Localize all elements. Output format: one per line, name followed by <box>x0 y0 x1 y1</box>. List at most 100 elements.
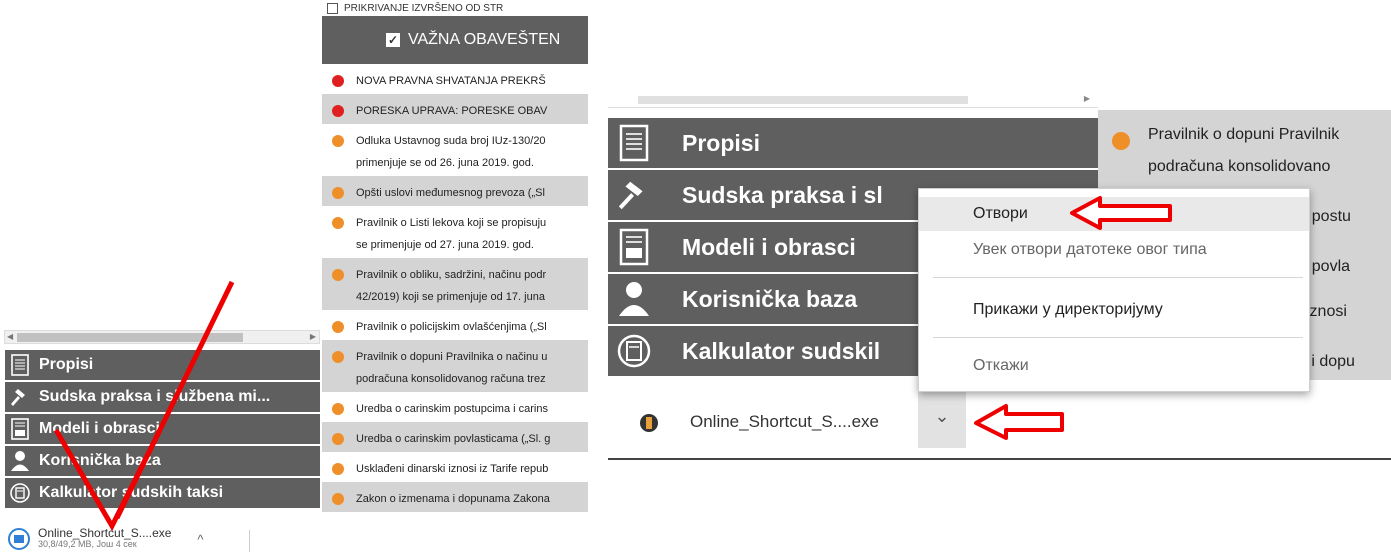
status-dot <box>332 493 344 505</box>
news-line: Pravilnik o obliku, sadržini, načinu pod… <box>356 269 547 281</box>
status-dot <box>332 433 344 445</box>
news-text: Uredba o carinskim povlasticama („Sl. g <box>356 428 550 450</box>
news-text[interactable]: i iznosi <box>1298 303 1391 321</box>
scroll-left-arrow-icon[interactable]: ◀ <box>7 332 13 341</box>
news-line: Opšti uslovi međumesnog prevoza („Sl <box>356 187 545 199</box>
news-text[interactable]: Pravilnik o dopuni Pravilnik <box>1148 126 1391 144</box>
news-panel: PRIKRIVANJE IZVRŠENO OD STR ✓ VAŽNA OBAV… <box>322 0 588 556</box>
header-label: VAŽNA OBAVEŠTEN <box>408 31 561 48</box>
news-text: Usklađeni dinarski iznosi iz Tarife repu… <box>356 458 548 480</box>
status-dot <box>332 217 344 229</box>
status-dot <box>332 105 344 117</box>
divider <box>249 530 250 552</box>
scrollbar-thumb[interactable] <box>638 96 968 104</box>
news-item[interactable]: Pravilnik o Listi lekova koji se propisu… <box>322 206 588 258</box>
menu-item-always-open[interactable]: Увек отвори датотеке овог типа <box>919 233 1309 267</box>
news-line: primenjuje se od 26. juna 2019. god. <box>356 157 534 169</box>
news-text: Pravilnik o Listi lekova koji se propisu… <box>356 212 546 256</box>
news-line: NOVA PRAVNA SHVATANJA PREKRŠ <box>356 75 546 87</box>
news-item[interactable]: PORESKA UPRAVA: PORESKE OBAV <box>322 94 588 124</box>
horizontal-scrollbar[interactable]: ◀ ▶ <box>4 330 320 344</box>
download-item[interactable]: Online_Shortcut_S....exe 30,8/49,2 MB, Ј… <box>4 522 324 556</box>
download-item[interactable]: Online_Shortcut_S....exe ⌄ <box>608 384 1391 460</box>
checkbox-checked[interactable]: ✓ <box>386 33 400 47</box>
status-dot <box>332 351 344 363</box>
scroll-right-arrow-icon[interactable]: ▶ <box>1084 94 1090 103</box>
status-dot <box>332 75 344 87</box>
menu-item-korisnicka-baza[interactable]: Korisnička baza <box>5 446 320 476</box>
news-item[interactable]: Opšti uslovi međumesnog prevoza („Sl <box>322 176 588 206</box>
document-icon <box>616 123 652 163</box>
calculator-icon <box>616 331 652 371</box>
news-item[interactable]: Pravilnik o policijskim ovlašćenjima („S… <box>322 310 588 340</box>
news-item[interactable]: Pravilnik o dopuni Pravilnika o načinu u… <box>322 340 588 392</box>
news-item[interactable]: Uredba o carinskim postupcima i carins <box>322 392 588 422</box>
calculator-icon <box>9 481 31 505</box>
news-item[interactable]: Usklađeni dinarski iznosi iz Tarife repu… <box>322 452 588 482</box>
chevron-down-icon[interactable]: ⌄ <box>918 384 966 448</box>
news-text: NOVA PRAVNA SHVATANJA PREKRŠ <box>356 70 546 92</box>
checkbox[interactable] <box>327 2 338 14</box>
download-file-name: Online_Shortcut_S....exe <box>690 412 880 431</box>
news-line: 42/2019) koji se primenjuje od 17. juna <box>356 291 545 303</box>
status-dot <box>332 135 344 147</box>
horizontal-scrollbar[interactable]: ▶ <box>608 94 1098 108</box>
menu-item-label: Korisnička baza <box>39 452 161 469</box>
news-line: Zakon o izmenama i dopunama Zakona <box>356 493 550 505</box>
menu-item-show-in-folder[interactable]: Прикажи у директоријуму <box>919 293 1309 327</box>
news-line: Pravilnik o policijskim ovlašćenjima („S… <box>356 321 547 333</box>
news-line: Usklađeni dinarski iznosi iz Tarife repu… <box>356 463 549 475</box>
news-text[interactable]: podračuna konsolidovano <box>1148 158 1391 176</box>
scroll-right-arrow-icon[interactable]: ▶ <box>310 332 316 341</box>
news-line: podračuna konsolidovanog računa trez <box>356 373 546 385</box>
menu-item-open[interactable]: Отвори <box>919 197 1309 231</box>
user-icon <box>9 449 31 473</box>
left-sidebar-menu: Propisi Sudska praksa i službena mi... M… <box>5 350 320 510</box>
form-icon <box>616 227 652 267</box>
scrollbar-thumb[interactable] <box>17 333 243 342</box>
news-text[interactable]: a i dopu <box>1298 353 1391 371</box>
menu-item-label: Kalkulator sudskih taksi <box>39 484 224 501</box>
download-progress-text: 30,8/49,2 MB, Још 4 сек <box>38 539 137 549</box>
file-icon <box>640 414 658 432</box>
news-text: Odluka Ustavnog suda broj IUz-130/20 prim… <box>356 130 546 174</box>
menu-item-label: Sudska praksa i službena mi... <box>39 388 271 405</box>
news-line: Pravilnik o Listi lekova koji se propisu… <box>356 217 547 229</box>
divider <box>933 337 1303 338</box>
menu-item-propisi[interactable]: Propisi <box>5 350 320 380</box>
news-line: Odluka Ustavnog suda broj IUz-130/20 <box>356 135 546 147</box>
menu-item-sudska-praksa[interactable]: Sudska praksa i službena mi... <box>5 382 320 412</box>
list-item[interactable]: PRIKRIVANJE IZVRŠENO OD STR <box>322 0 588 16</box>
form-icon <box>9 417 31 441</box>
news-item[interactable]: Zakon o izmenama i dopunama Zakona <box>322 482 588 512</box>
news-line: Uredba o carinskim povlasticama („Sl. g <box>356 433 551 445</box>
menu-item-cancel[interactable]: Откажи <box>919 349 1309 383</box>
news-item[interactable]: Odluka Ustavnog suda broj IUz-130/20 prim… <box>322 124 588 176</box>
status-dot <box>1112 132 1130 150</box>
list-item-text: PRIKRIVANJE IZVRŠENO OD STR <box>344 2 504 14</box>
status-dot <box>332 463 344 475</box>
divider <box>933 277 1303 278</box>
important-notices-header[interactable]: ✓ VAŽNA OBAVEŠTEN <box>322 16 588 64</box>
status-dot <box>332 403 344 415</box>
gavel-icon <box>616 175 652 215</box>
news-text: Uredba o carinskim postupcima i carins <box>356 398 548 420</box>
menu-item-label: Modeli i obrasci <box>39 420 160 437</box>
menu-item-label: Kalkulator sudskil <box>682 337 881 364</box>
status-dot <box>332 187 344 199</box>
menu-item-label: Propisi <box>682 129 760 156</box>
menu-item-modeli-obrasci[interactable]: Modeli i obrasci <box>5 414 320 444</box>
news-line: Pravilnik o dopuni Pravilnika o načinu u <box>356 351 548 363</box>
file-icon <box>8 528 30 550</box>
news-text: Opšti uslovi međumesnog prevoza („Sl <box>356 182 545 204</box>
news-list: NOVA PRAVNA SHVATANJA PREKRŠ PORESKA UPRA… <box>322 64 588 512</box>
menu-item-kalkulator[interactable]: Kalkulator sudskih taksi <box>5 478 320 508</box>
news-item[interactable]: NOVA PRAVNA SHVATANJA PREKRŠ <box>322 64 588 94</box>
news-item[interactable]: Pravilnik o obliku, sadržini, načinu pod… <box>322 258 588 310</box>
menu-item-propisi[interactable]: Propisi <box>608 118 1098 168</box>
news-text: Pravilnik o policijskim ovlašćenjima („S… <box>356 316 547 338</box>
chevron-up-icon[interactable]: ^ <box>197 532 203 547</box>
news-text: Zakon o izmenama i dopunama Zakona <box>356 488 550 510</box>
news-line: se primenjuje od 27. juna 2019. god. <box>356 239 534 251</box>
news-item[interactable]: Uredba o carinskim povlasticama („Sl. g <box>322 422 588 452</box>
